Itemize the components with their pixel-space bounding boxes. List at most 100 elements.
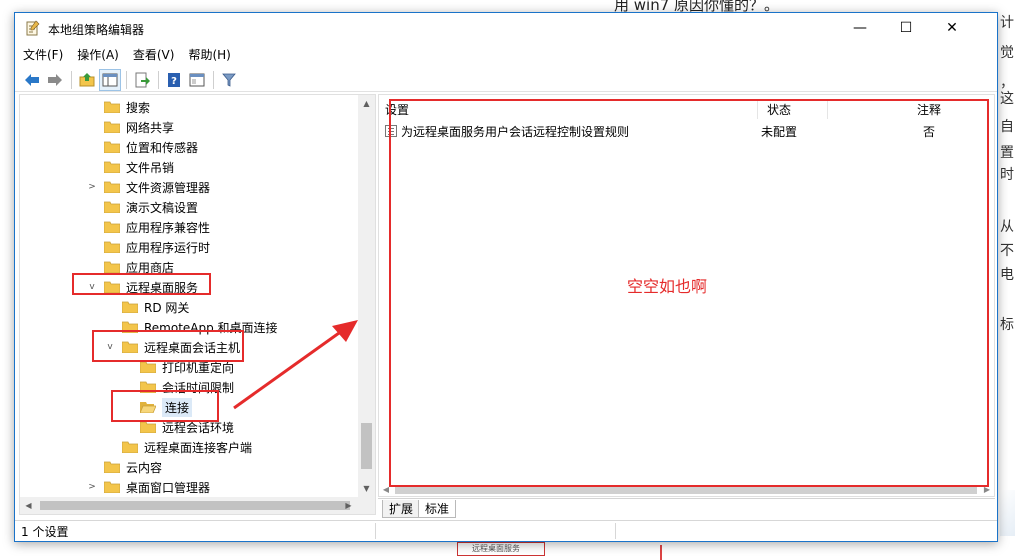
help-button[interactable]: ? (163, 69, 185, 91)
status-text: 1 个设置 (21, 524, 69, 539)
scroll-left-icon[interactable]: ◀ (20, 497, 37, 514)
tree-item[interactable]: 远程会话环境 (139, 417, 234, 437)
scroll-down-icon[interactable]: ▼ (358, 480, 375, 497)
filter-button[interactable] (218, 69, 240, 91)
chevron-right-icon[interactable]: > (86, 181, 98, 193)
toolbar-separator (213, 70, 214, 89)
menu-file[interactable]: 文件(F) (23, 46, 63, 63)
status-divider (615, 523, 616, 539)
tree-item[interactable]: RemoteApp 和桌面连接 (121, 317, 278, 337)
tab-label: 扩展 (389, 502, 414, 516)
policy-editor-icon (26, 20, 40, 36)
minimize-button[interactable]: — (837, 13, 883, 43)
background-fragment: 标 (1000, 317, 1014, 333)
folder-icon (103, 241, 121, 254)
background-fragment: 自 (1000, 119, 1014, 135)
tree-pane[interactable]: 搜索 网络共享 位置和传感器 文件吊销 > 文件资源管理器 演示文稿设置 应用程序… (19, 94, 376, 515)
tree-item-label: 网络共享 (126, 120, 175, 135)
tree-item[interactable]: 云内容 (103, 457, 162, 477)
menu-help[interactable]: 帮助(H) (188, 46, 230, 63)
forward-button[interactable] (44, 69, 66, 91)
column-header-setting[interactable]: 设置 (385, 99, 409, 119)
up-folder-button[interactable] (76, 69, 98, 91)
view-tabs: 扩展 标准 (378, 498, 995, 518)
tree-item[interactable]: > 桌面窗口管理器 (86, 477, 210, 497)
show-hide-tree-icon (102, 73, 118, 86)
chevron-down-icon[interactable]: v (104, 341, 116, 353)
scroll-left-icon[interactable]: ◀ (379, 483, 393, 496)
scroll-thumb[interactable] (40, 501, 350, 510)
tree-item[interactable]: 搜索 (103, 97, 150, 117)
list-horizontal-scrollbar[interactable] (395, 485, 977, 494)
tree-item-label: RemoteApp 和桌面连接 (144, 320, 278, 335)
tree-item-session-host[interactable]: v 远程桌面会话主机 (104, 337, 240, 357)
export-list-button[interactable] (131, 69, 153, 91)
folder-icon (103, 461, 121, 474)
tree-item-label: 文件吊销 (126, 160, 175, 175)
open-folder-icon (139, 401, 157, 414)
scroll-right-icon[interactable]: ▶ (340, 497, 357, 514)
tree-item[interactable]: 打印机重定向 (139, 357, 234, 377)
tree-item-remote-desktop-services[interactable]: v 远程桌面服务 (86, 277, 198, 297)
tree-item-label: 演示文稿设置 (126, 200, 199, 215)
tree-item-label: 连接 (162, 397, 193, 417)
title-bar[interactable]: 本地组策略编辑器 — ☐ ✕ (15, 13, 997, 43)
background-fragment: 电 (1000, 267, 1014, 283)
tree-item[interactable]: RD 网关 (121, 297, 189, 317)
tree-item[interactable]: 应用商店 (103, 257, 175, 277)
tree-item[interactable]: 会话时间限制 (139, 377, 234, 397)
window-title: 本地组策略编辑器 (48, 23, 145, 37)
status-divider (375, 523, 376, 539)
background-fragment: 置 (1000, 145, 1014, 161)
tree-item[interactable]: 文件吊销 (103, 157, 175, 177)
folder-icon (103, 201, 121, 214)
tab-standard[interactable]: 标准 (418, 500, 457, 518)
tree-item[interactable]: > 文件资源管理器 (86, 177, 210, 197)
column-header-comment[interactable]: 注释 (917, 99, 941, 119)
maximize-icon: ☐ (899, 20, 913, 36)
tree-item-label: 位置和传感器 (126, 140, 199, 155)
background-red-line (660, 545, 662, 560)
tab-label: 标准 (425, 502, 450, 516)
column-divider[interactable] (757, 99, 758, 119)
column-divider[interactable] (827, 99, 828, 119)
tree-item-label: 应用商店 (126, 260, 175, 275)
settings-list-pane[interactable]: 设置 状态 注释 为远程桌面服务用户会话远程控制设置规则 未配置 否 空空如也啊… (378, 94, 995, 497)
tree-vertical-scrollbar[interactable]: ▲ ▼ (358, 95, 375, 497)
filter-icon (222, 73, 236, 87)
background-gradient-edge (1000, 490, 1015, 536)
close-button[interactable]: ✕ (929, 13, 975, 43)
status-bar: 1 个设置 (15, 520, 997, 541)
tree-item[interactable]: 远程桌面连接客户端 (121, 437, 252, 457)
column-header-state[interactable]: 状态 (767, 99, 791, 119)
tab-extended[interactable]: 扩展 (382, 500, 421, 518)
back-button[interactable] (21, 69, 43, 91)
folder-icon (121, 321, 139, 334)
tree-item[interactable]: 演示文稿设置 (103, 197, 199, 217)
back-arrow-icon (25, 73, 39, 86)
chevron-down-icon[interactable]: v (86, 281, 98, 293)
policy-setting-icon (385, 125, 397, 137)
scroll-up-icon[interactable]: ▲ (358, 95, 375, 112)
folder-icon (121, 441, 139, 454)
export-list-icon (135, 72, 150, 87)
menu-action[interactable]: 操作(A) (77, 46, 119, 63)
chevron-right-icon[interactable]: > (86, 481, 98, 493)
tree-item[interactable]: 位置和传感器 (103, 137, 199, 157)
properties-button[interactable] (186, 69, 208, 91)
tree-item-label: 应用程序兼容性 (126, 220, 211, 235)
tree-item[interactable]: 应用程序兼容性 (103, 217, 211, 237)
tree-item-connections[interactable]: 连接 (139, 397, 193, 417)
show-hide-tree-button[interactable] (99, 68, 121, 91)
tree-horizontal-scrollbar[interactable]: ◀ ▶ (20, 497, 375, 514)
menu-view[interactable]: 查看(V) (133, 46, 175, 63)
folder-icon (103, 101, 121, 114)
scroll-right-icon[interactable]: ▶ (980, 483, 994, 496)
maximize-button[interactable]: ☐ (883, 13, 929, 43)
background-fragment: 不 (1000, 243, 1014, 259)
scroll-thumb[interactable] (361, 423, 372, 469)
folder-icon (139, 361, 157, 374)
group-policy-editor-window: 本地组策略编辑器 — ☐ ✕ 文件(F) 操作(A) 查看(V) 帮助(H) ?… (14, 12, 998, 542)
tree-item[interactable]: 应用程序运行时 (103, 237, 210, 257)
tree-item[interactable]: 网络共享 (103, 117, 175, 137)
